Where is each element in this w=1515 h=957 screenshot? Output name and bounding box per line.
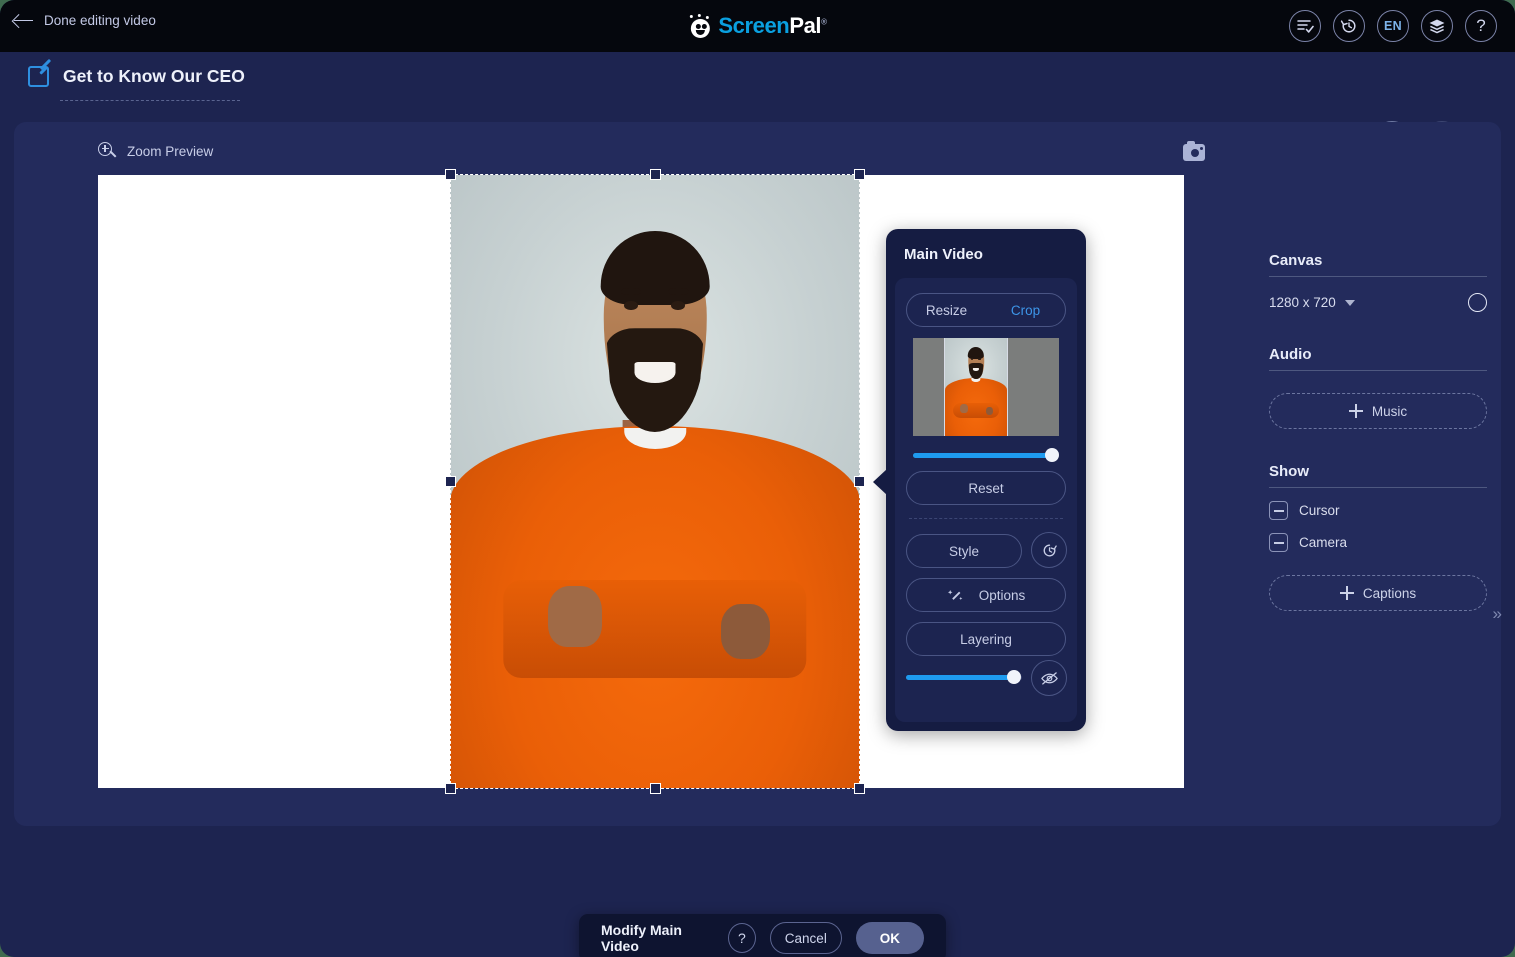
history-icon[interactable]: [1333, 10, 1365, 42]
checkbox-minus-icon[interactable]: [1269, 533, 1288, 552]
crop-slider[interactable]: [913, 448, 1059, 462]
layers-icon[interactable]: [1421, 10, 1453, 42]
show-item-cursor[interactable]: Cursor: [1269, 501, 1487, 520]
timeline: + 0:00.00 0:03: [0, 829, 1515, 957]
checkbox-minus-icon[interactable]: [1269, 501, 1288, 520]
crop-preview-image: [945, 338, 1007, 436]
opacity-slider[interactable]: [906, 670, 1022, 684]
main-video-panel-body: Resize Crop Reset Style Options Layering: [895, 278, 1077, 722]
plus-icon: [1348, 404, 1363, 418]
options-button[interactable]: Options: [906, 578, 1066, 612]
zoom-in-icon: [98, 142, 117, 161]
audio-section-header: Audio: [1269, 346, 1487, 371]
brand-wordmark: ScreenPal®: [718, 13, 827, 39]
crop-slider-fill: [913, 453, 1049, 458]
style-button[interactable]: Style: [906, 534, 1022, 568]
canvas-size-row: 1280 x 720: [1269, 293, 1487, 312]
canvas-size-dropdown[interactable]: 1280 x 720: [1269, 295, 1355, 310]
add-captions-label: Captions: [1362, 585, 1417, 601]
ceo-portrait-image: [450, 175, 860, 788]
add-music-label: Music: [1371, 403, 1408, 419]
camera-icon[interactable]: [1183, 141, 1205, 161]
chevron-down-icon: [1344, 299, 1355, 306]
opacity-slider-thumb[interactable]: [1007, 670, 1021, 684]
style-revert-icon[interactable]: [1031, 532, 1067, 568]
crop-preview-thumbnail[interactable]: [913, 338, 1059, 436]
zoom-preview-label: Zoom Preview: [127, 144, 214, 159]
panel-pointer: [873, 469, 887, 495]
plus-icon: [1339, 586, 1354, 600]
add-captions-button[interactable]: Captions: [1269, 575, 1487, 611]
tab-resize[interactable]: Resize: [907, 303, 986, 318]
collapse-sidebar-icon[interactable]: »: [1493, 604, 1503, 624]
title-underline: [60, 100, 240, 101]
reset-button[interactable]: Reset: [906, 471, 1066, 505]
show-section-header: Show: [1269, 463, 1487, 488]
main-video-panel-title: Main Video: [904, 246, 983, 263]
language-icon[interactable]: EN: [1377, 10, 1409, 42]
brand-screen-text: Screen: [718, 13, 790, 38]
top-bar: Done editing video ScreenPal® EN ?: [0, 0, 1515, 52]
brand-pal-text: Pal: [789, 13, 822, 38]
top-bar-actions: EN ?: [1289, 10, 1497, 42]
options-label: Options: [978, 587, 1026, 603]
panel-divider: [909, 518, 1063, 519]
show-item-camera[interactable]: Camera: [1269, 533, 1487, 552]
add-music-button[interactable]: Music: [1269, 393, 1487, 429]
editor-stage: Zoom Preview Main Video Resize Crop Rese…: [14, 122, 1502, 957]
show-item-cursor-label: Cursor: [1299, 503, 1340, 518]
main-video-layer[interactable]: [450, 175, 860, 788]
canvas-background-color-swatch[interactable]: [1468, 293, 1487, 312]
magic-wand-icon: [947, 589, 963, 600]
canvas-section-header: Canvas: [1269, 252, 1487, 277]
done-editing-video-button[interactable]: Done editing video: [14, 13, 156, 28]
layering-button[interactable]: Layering: [906, 622, 1066, 656]
canvas-size-value: 1280 x 720: [1269, 295, 1336, 310]
title-row: Get to Know Our CEO Auto Saved Few secon…: [0, 52, 1515, 159]
crop-slider-thumb[interactable]: [1045, 448, 1059, 462]
help-icon[interactable]: ?: [1465, 10, 1497, 42]
properties-sidebar: Canvas 1280 x 720 Audio Music Show Curso…: [1269, 252, 1502, 672]
app-window: Done editing video ScreenPal® EN ? Get t…: [0, 0, 1515, 957]
project-title-group[interactable]: Get to Know Our CEO: [28, 58, 245, 87]
crop-preview-inner: [944, 338, 1008, 436]
done-editing-video-label: Done editing video: [44, 13, 156, 28]
main-video-panel: Main Video Resize Crop Reset Style Optio…: [873, 229, 1086, 731]
tab-crop[interactable]: Crop: [986, 303, 1065, 318]
edit-title-icon[interactable]: [28, 58, 52, 87]
arrow-left-icon: [14, 14, 34, 28]
screenpal-logo: ScreenPal®: [688, 13, 827, 39]
screenpal-mark-icon: [688, 14, 712, 38]
tasks-check-icon[interactable]: [1289, 10, 1321, 42]
zoom-preview-button[interactable]: Zoom Preview: [98, 142, 213, 161]
opacity-slider-fill: [906, 675, 1010, 680]
resize-crop-toggle: Resize Crop: [906, 293, 1066, 327]
eye-off-icon[interactable]: [1031, 660, 1067, 696]
brand-trademark: ®: [821, 17, 827, 27]
show-item-camera-label: Camera: [1299, 535, 1348, 550]
page-title: Get to Know Our CEO: [63, 66, 245, 86]
